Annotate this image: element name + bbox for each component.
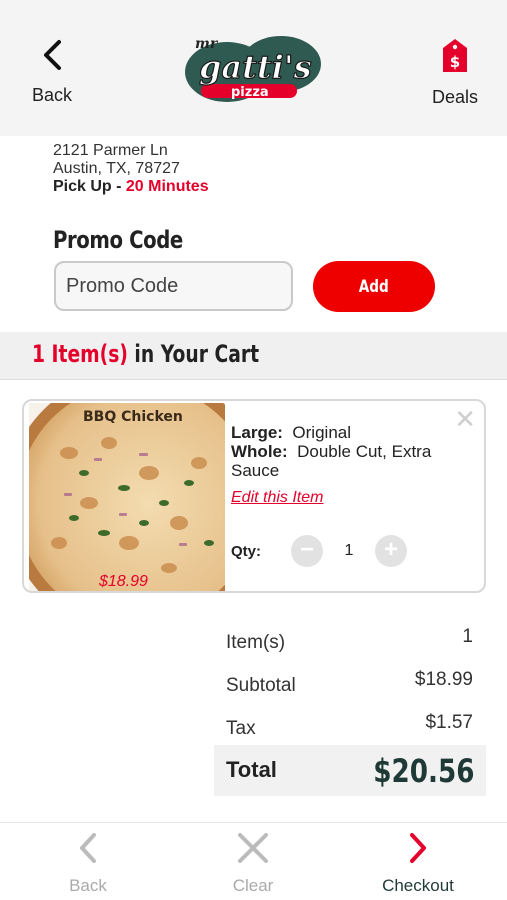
summary-value: $1.57 [425,712,473,733]
header-back-button[interactable]: Back [12,38,92,106]
footer-back-label: Back [69,876,107,895]
footer-back-button[interactable]: Back [28,831,148,896]
promo-code-title: Promo Code [53,226,183,254]
footer-checkout-button[interactable]: Checkout [358,831,478,896]
store-address-line1: 2121 Parmer Ln [53,142,168,159]
summary-label: Tax [226,718,256,739]
size-value: Original [292,423,352,442]
summary-row-subtotal: Subtotal $18.99 [214,663,486,706]
item-price: $18.99 [99,573,148,590]
item-details: Large: Original Whole: Double Cut, Extra… [231,423,484,507]
pickup-label: Pick Up - [53,178,126,195]
chevron-left-icon [44,40,61,70]
whole-label: Whole: [231,442,288,461]
pickup-info: Pick Up - 20 Minutes [53,178,209,196]
promo-code-input[interactable] [54,261,293,311]
chevron-left-icon [80,833,96,863]
summary-row-items: Item(s) 1 [214,620,486,663]
header-deals-button[interactable]: $ Deals [415,38,495,108]
store-info: 2121 Parmer Ln Austin, TX, 78727 Pick Up… [53,142,209,196]
summary-label: Item(s) [226,632,286,653]
total-label: Total [226,757,277,782]
store-address-line2: Austin, TX, 78727 [53,160,180,177]
cart-item-card: BBQ Chicken $18.99 ✕ Large: Original Who… [22,399,486,593]
summary-label: Subtotal [226,675,296,696]
header-back-label: Back [31,85,73,105]
qty-increase-button[interactable]: + [375,535,407,567]
mr-gattis-pizza-logo: mr gatti's pizza [183,28,325,106]
footer-clear-button[interactable]: Clear [193,831,313,896]
add-promo-button[interactable]: Add [313,261,435,312]
summary-value: $18.99 [414,669,473,690]
summary-total-row: Total $20.56 [214,745,486,796]
qty-label: Qty: [231,542,261,560]
cart-count-heading: 1 Item(s) in Your Cart [32,340,259,368]
size-line: Large: Original [231,423,484,442]
total-value: $20.56 [372,752,474,790]
qty-value: 1 [344,542,354,559]
edit-item-link[interactable]: Edit this Item [231,488,484,507]
app-header: Back mr gatti's pizza $ Deals [0,0,507,136]
order-summary: Item(s) 1 Subtotal $18.99 Tax $1.57 [214,620,486,749]
svg-text:$: $ [450,53,460,71]
pizza-image: BBQ Chicken $18.99 [29,403,225,591]
summary-value: 1 [462,626,473,647]
pizza-name: BBQ Chicken [83,409,183,425]
logo-pizza-text: pizza [231,85,269,100]
footer-checkout-label: Checkout [382,876,454,895]
footer-clear-label: Clear [232,876,274,895]
cart-count-band: 1 Item(s) in Your Cart [0,332,507,380]
qty-decrease-button[interactable]: − [291,535,323,567]
pickup-time: 20 Minutes [125,178,209,195]
chevron-right-icon [410,833,426,863]
cart-item-count: 1 Item(s) [32,340,128,368]
header-deals-label: Deals [431,87,479,107]
logo-main-text: gatti's [199,48,312,86]
summary-row-tax: Tax $1.57 [214,706,486,749]
size-label: Large: [231,423,283,442]
price-tag-dollar-icon: $ [443,39,467,72]
quantity-stepper: Qty: − 1 + [231,535,407,567]
close-icon [238,833,268,863]
bottom-nav: Back Clear Checkout [0,822,507,900]
cart-heading-rest: in Your Cart [127,340,260,368]
add-promo-label: Add [359,276,389,297]
whole-line: Whole: Double Cut, Extra Sauce [231,442,484,480]
